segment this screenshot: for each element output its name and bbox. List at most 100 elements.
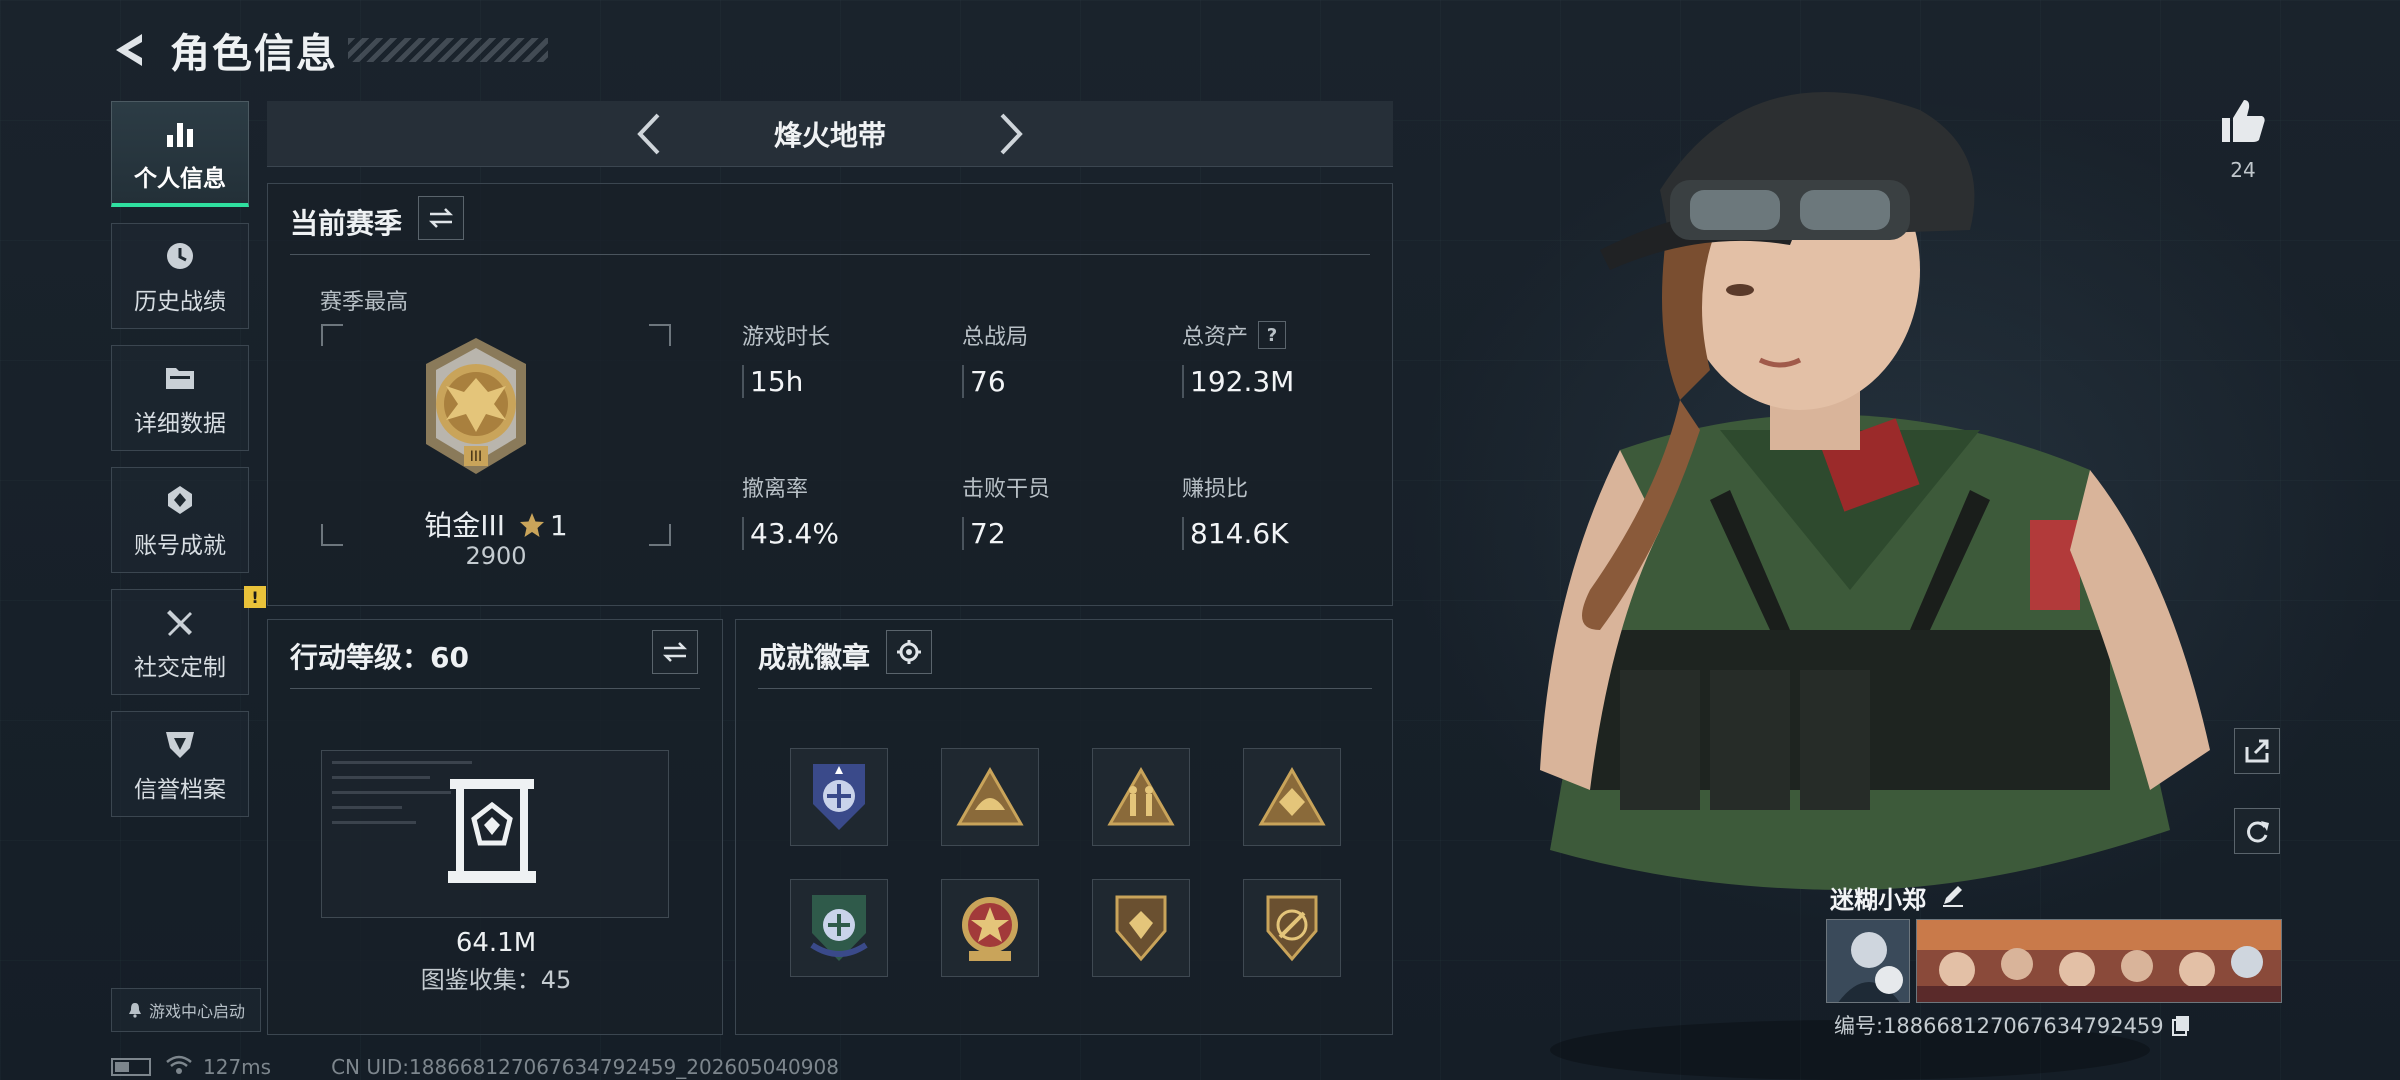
codex-shrine-icon <box>448 779 536 883</box>
stat-label-text: 总资产 <box>1182 325 1249 350</box>
share-icon <box>2245 739 2269 763</box>
achievement-badge[interactable] <box>1243 748 1341 846</box>
achievement-badge[interactable] <box>790 879 888 977</box>
share-button[interactable] <box>2234 728 2280 774</box>
star-icon <box>519 513 544 537</box>
bell-icon <box>127 1002 143 1018</box>
nav-item-personal-info[interactable]: 个人信息 <box>111 101 249 207</box>
rank-text-group: 铂金III 1 2900 <box>321 184 671 607</box>
badge-settings-button[interactable] <box>886 630 932 674</box>
divider <box>290 688 700 689</box>
avatar-image <box>1827 920 1909 1002</box>
tools-icon <box>160 602 200 642</box>
mode-next-button[interactable] <box>986 109 1036 159</box>
like-button[interactable] <box>2218 96 2268 146</box>
stat-label: 游戏时长 <box>742 325 831 350</box>
back-arrow-icon <box>116 34 142 66</box>
chevron-left-icon <box>637 113 660 154</box>
mode-prev-button[interactable] <box>624 109 674 159</box>
profile-banner[interactable] <box>1916 919 2282 1003</box>
nav-item-social-custom[interactable]: 社交定制 ! <box>111 586 266 695</box>
codex-display[interactable] <box>321 750 669 918</box>
blue-eagle-badge-icon <box>813 764 865 830</box>
nav-item-label: 详细数据 <box>134 411 226 437</box>
achievement-badge[interactable] <box>1092 879 1190 977</box>
notice-badge: ! <box>244 586 266 608</box>
swap-icon <box>662 642 688 662</box>
rank-name: 铂金III 1 <box>321 504 671 544</box>
action-level-panel: 行动等级：60 64.1M 图鉴收集：45 <box>267 619 723 1035</box>
stat-profit-loss-ratio: 赚损比 814.6K <box>1182 471 1289 550</box>
achievement-badge[interactable] <box>1243 879 1341 977</box>
nav-item-achievements[interactable]: 账号成就 <box>111 467 249 573</box>
level-value: 64.1M <box>455 928 537 958</box>
achievement-badge[interactable] <box>790 748 888 846</box>
bronze-rifle-badge-icon <box>1266 895 1318 962</box>
copy-id-button[interactable] <box>2170 1014 2192 1036</box>
nav-item-label: 账号成就 <box>134 533 226 559</box>
thumbs-up-icon <box>2222 100 2265 142</box>
action-level-title: 行动等级：60 <box>290 641 469 674</box>
codex-count: 图鉴收集：45 <box>420 966 572 994</box>
stat-total-assets: 总资产 ? 192.3M <box>1182 319 1294 398</box>
nav-item-reputation[interactable]: 信誉档案 <box>111 711 249 817</box>
history-clock-icon <box>160 236 200 276</box>
rank-score: 2900 <box>465 542 527 570</box>
level-switch-button[interactable] <box>652 630 698 674</box>
page-title: 角色信息 <box>170 31 338 77</box>
copy-icon <box>2171 1016 2189 1036</box>
refresh-button[interactable] <box>2234 808 2280 854</box>
player-id-text: 编号:1886681270676347924​59 <box>1834 1014 2164 1038</box>
title-decoration <box>348 38 548 62</box>
pencil-icon <box>1943 886 1963 907</box>
mode-selector: 烽火地带 <box>267 101 1393 167</box>
stat-label: 总战局 <box>962 325 1029 350</box>
achievement-badge[interactable] <box>941 748 1039 846</box>
achievement-badges-panel: 成就徽章 <box>735 619 1393 1035</box>
bar-chart-icon <box>160 113 200 153</box>
game-center-launch-button[interactable]: 游戏中心启动 <box>111 988 261 1032</box>
nav-item-label: 个人信息 <box>134 165 226 192</box>
launch-label: 游戏中心启动 <box>148 1002 245 1021</box>
red-star-medal-icon <box>962 897 1018 961</box>
stat-value: 43.4% <box>742 517 839 550</box>
nav-item-label: 信誉档案 <box>134 777 226 803</box>
gold-crest-badge-icon <box>1258 766 1326 826</box>
stat-label: 击败干员 <box>962 477 1051 502</box>
stat-value: 72 <box>962 517 1050 550</box>
nav-item-detailed-data[interactable]: 详细数据 <box>111 345 249 451</box>
stat-operators-defeated: 击败干员 72 <box>962 471 1050 550</box>
mode-name: 烽火地带 <box>773 118 886 152</box>
stat-value: 76 <box>962 365 1028 398</box>
stat-label: 总资产 ? <box>1182 319 1294 351</box>
stat-label: 赚损比 <box>1182 477 1249 502</box>
achievement-badge[interactable] <box>1092 748 1190 846</box>
wifi-icon <box>165 1054 193 1080</box>
help-icon[interactable]: ? <box>1258 321 1287 349</box>
stat-value: 814.6K <box>1182 517 1289 550</box>
gold-soldiers-badge-icon <box>1107 766 1175 826</box>
side-nav: 个人信息 历史战绩 详细数据 账号成就 社交定制 ! 信誉档案 <box>111 101 266 833</box>
rank-star-count: 1 <box>549 509 568 542</box>
divider <box>758 688 1372 689</box>
gold-helmet-badge-icon <box>956 766 1024 826</box>
nav-item-history[interactable]: 历史战绩 <box>111 223 249 329</box>
player-name: 迷糊小郑 <box>1830 886 1926 914</box>
nav-item-label: 社交定制 <box>134 655 226 681</box>
client-uid: CN UID:18866812706763479​2459_2026050409… <box>331 1055 839 1079</box>
header: 角色信息 <box>108 20 548 80</box>
back-button[interactable] <box>108 25 152 75</box>
ping-value: 127ms <box>203 1055 272 1079</box>
refresh-icon <box>2247 821 2269 843</box>
achievement-badge[interactable] <box>941 879 1039 977</box>
battery-icon <box>111 1058 151 1076</box>
gear-icon <box>897 640 921 664</box>
player-avatar[interactable] <box>1826 919 1910 1003</box>
banner-image <box>1917 920 2281 1002</box>
stat-extraction-rate: 撤离率 43.4% <box>742 471 839 550</box>
rank-tier: 铂金III <box>424 509 506 542</box>
green-shield-badge-icon <box>810 895 868 961</box>
stat-value: 192.3M <box>1182 365 1294 398</box>
nav-item-label: 历史战绩 <box>134 289 226 315</box>
edit-name-button[interactable] <box>1940 882 1966 908</box>
